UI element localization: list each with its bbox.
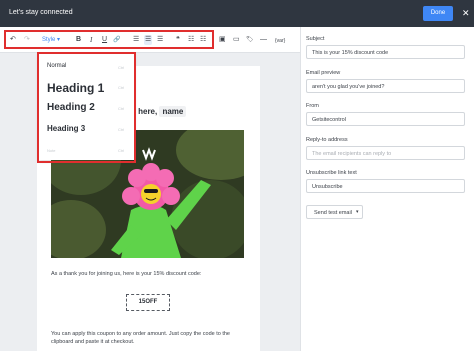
- chevron-down-icon: ▾: [356, 209, 359, 215]
- reply-to-placeholder: The email recipients can reply to: [312, 150, 392, 157]
- unsubscribe-field[interactable]: Unsubscribe: [306, 179, 465, 193]
- toolbar-highlight-box: [4, 30, 214, 49]
- coupon-code-box[interactable]: 15OFF: [126, 294, 170, 311]
- coupon-instructions-text[interactable]: You can apply this coupon to any order a…: [51, 330, 251, 346]
- subject-label: Subject: [306, 36, 325, 42]
- thank-you-text[interactable]: As a thank you for joining us, here is y…: [51, 271, 201, 277]
- email-preview-field[interactable]: aren't you glad you've joined?: [306, 79, 465, 93]
- variable-button[interactable]: {var}: [275, 36, 285, 46]
- top-bar: Let's stay connected Done ✕: [0, 0, 474, 27]
- window-title: Let's stay connected: [9, 9, 73, 16]
- image-icon[interactable]: ▣: [219, 35, 226, 45]
- dropdown-highlight-box: [37, 52, 136, 163]
- unsubscribe-field-value: Unsubscribe: [312, 183, 343, 190]
- send-test-email-label: Send test email: [314, 209, 352, 216]
- name-variable-tag[interactable]: name: [159, 106, 187, 117]
- from-field[interactable]: Getsitecontrol: [306, 112, 465, 126]
- subject-field-value: This is your 15% discount code: [312, 49, 389, 56]
- email-preview-label: Email preview: [306, 70, 341, 76]
- done-button[interactable]: Done: [423, 6, 453, 21]
- close-icon[interactable]: ✕: [462, 7, 470, 19]
- unsubscribe-label: Unsubscribe link text: [306, 170, 357, 176]
- from-field-value: Getsitecontrol: [312, 116, 346, 123]
- reply-to-label: Reply-to address: [306, 137, 348, 143]
- subject-field[interactable]: This is your 15% discount code: [306, 45, 465, 59]
- email-greeting[interactable]: u here, name: [131, 106, 187, 117]
- email-preview-field-value: aren't you glad you've joined?: [312, 83, 385, 90]
- tag-icon[interactable]: 🏷: [246, 35, 254, 45]
- reply-to-field[interactable]: The email recipients can reply to: [306, 146, 465, 160]
- button-block-icon[interactable]: ▭: [233, 35, 240, 45]
- divider-icon[interactable]: —: [260, 35, 267, 45]
- send-test-email-button[interactable]: Send test email ▾: [306, 205, 363, 219]
- from-label: From: [306, 103, 319, 109]
